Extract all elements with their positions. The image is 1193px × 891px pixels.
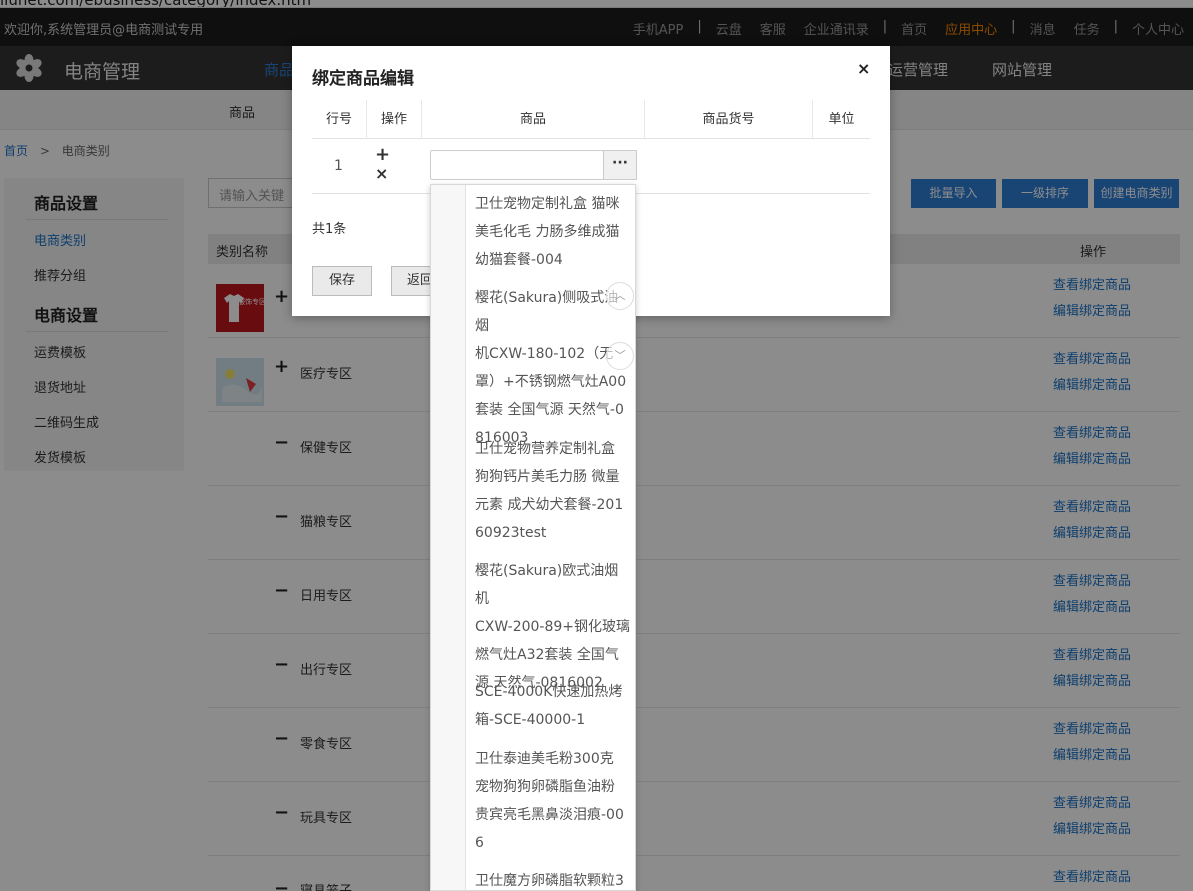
product-option[interactable]: 卫仕魔方卵磷脂软颗粒3 <box>475 867 631 890</box>
scroll-up-icon[interactable]: ︿ <box>606 282 634 310</box>
product-option[interactable]: 卫仕宠物营养定制礼盒 狗狗钙片美毛力肠 微量 元素 成犬幼犬套餐-201 609… <box>475 435 631 547</box>
row-number: 1 <box>334 158 343 174</box>
option-line: 卫仕魔方卵磷脂软颗粒3 <box>475 873 624 889</box>
dialog-table-header: 行号 操作 商品 商品货号 单位 <box>312 100 870 139</box>
option-line: 幼猫套餐-004 <box>475 252 563 268</box>
option-line: 60923test <box>475 525 547 541</box>
option-line: 罩）+不锈钢燃气灶A00 <box>475 374 627 390</box>
option-line: 美毛化毛 力肠多维成猫 <box>475 224 620 240</box>
product-select-input[interactable] <box>430 150 604 180</box>
add-row-icon[interactable]: + <box>375 144 390 165</box>
product-option[interactable]: 卫仕宠物定制礼盒 猫咪 美毛化毛 力肠多维成猫 幼猫套餐-004 <box>475 190 631 274</box>
option-line: 燃气灶A32套装 全国气 <box>475 647 619 663</box>
option-line: 元素 成犬幼犬套餐-201 <box>475 497 624 513</box>
column-header-row-no: 行号 <box>312 100 367 139</box>
column-header-sku: 商品货号 <box>645 100 813 139</box>
option-line: 卫仕泰迪美毛粉300克 <box>475 751 614 767</box>
more-options-icon[interactable]: ··· <box>603 150 637 180</box>
delete-row-icon[interactable]: × <box>375 164 388 183</box>
option-line: 宠物狗狗卵磷脂鱼油粉 <box>475 779 615 795</box>
option-line: 樱花(Sakura)欧式油烟机 <box>475 563 619 607</box>
option-line: 卫仕宠物定制礼盒 猫咪 <box>475 196 620 212</box>
option-line: 狗狗钙片美毛力肠 微量 <box>475 469 620 485</box>
save-button[interactable]: 保存 <box>312 266 372 296</box>
option-line: 卫仕宠物营养定制礼盒 <box>475 441 615 457</box>
product-option[interactable]: 卫仕泰迪美毛粉300克 宠物狗狗卵磷脂鱼油粉 贵宾亮毛黑鼻淡泪痕-00 6 <box>475 745 631 857</box>
option-line: 6 <box>475 835 484 851</box>
close-icon[interactable]: × <box>857 59 870 78</box>
column-header-unit: 单位 <box>828 112 855 127</box>
column-header-ops: 操作 <box>367 100 422 139</box>
product-option[interactable]: 樱花(Sakura)欧式油烟机 CXW-200-89+钢化玻璃 燃气灶A32套装… <box>475 557 631 697</box>
product-dropdown: 卫仕宠物定制礼盒 猫咪 美毛化毛 力肠多维成猫 幼猫套餐-004 樱花(Saku… <box>430 184 636 891</box>
dropdown-gutter <box>431 185 466 890</box>
option-line: 套装 全国气源 天然气-0 <box>475 402 624 418</box>
dialog-title: 绑定商品编辑 <box>312 69 414 89</box>
option-line: CXW-200-89+钢化玻璃 <box>475 619 631 635</box>
scroll-down-icon[interactable]: ﹀ <box>606 342 634 370</box>
product-option[interactable]: 樱花(Sakura)侧吸式油烟 机CXW-180-102（无 罩）+不锈钢燃气灶… <box>475 284 631 452</box>
column-header-product: 商品 <box>422 100 645 139</box>
option-line: 贵宾亮毛黑鼻淡泪痕-00 <box>475 807 624 823</box>
option-line: 箱-SCE-40000-1 <box>475 712 586 728</box>
total-count: 共1条 <box>312 222 347 237</box>
option-line: SCE-4000K快速加热烤 <box>475 684 623 700</box>
product-option[interactable]: SCE-4000K快速加热烤 箱-SCE-40000-1 <box>475 678 631 734</box>
